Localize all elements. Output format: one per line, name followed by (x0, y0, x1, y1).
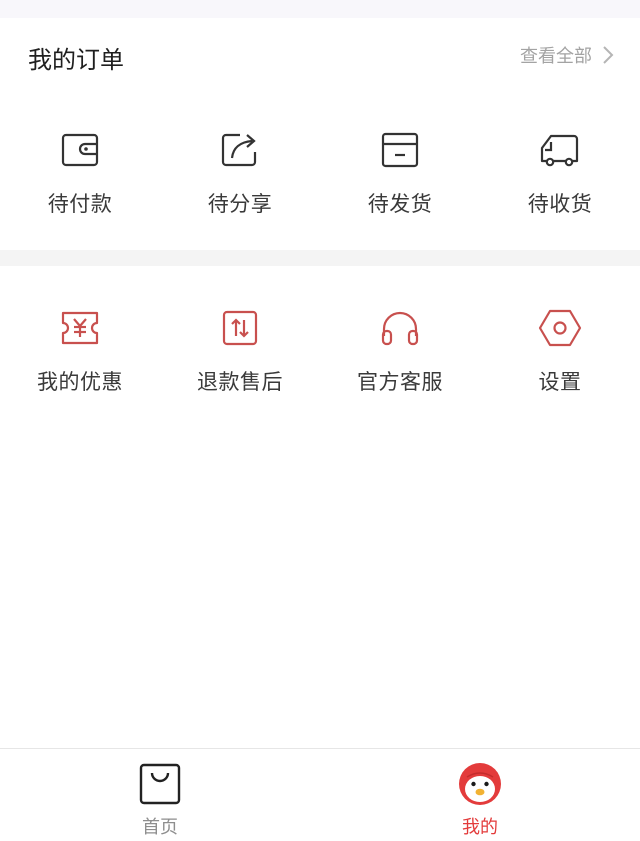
chevron-right-icon (603, 46, 614, 64)
orders-header: 我的订单 查看全部 (0, 18, 640, 94)
my-coupons[interactable]: 我的优惠 (0, 306, 160, 406)
penguin-avatar-icon (459, 763, 501, 805)
coupon-icon (61, 311, 99, 345)
tab-mine[interactable]: 我的 (400, 761, 560, 839)
bottom-tab-bar: 首页 我的 (0, 748, 640, 841)
box-icon (381, 132, 419, 168)
tab-home[interactable]: 首页 (80, 761, 240, 839)
service-row: 我的优惠 退款售后 官方客服 设置 (0, 306, 640, 406)
order-pending-share[interactable]: 待分享 (160, 128, 320, 228)
shopping-bag-icon (139, 763, 181, 805)
refund-after-sales-label: 退款售后 (197, 370, 283, 394)
order-pending-shipment-label: 待发货 (367, 192, 433, 216)
headphones-icon (381, 311, 419, 346)
order-status-row: 待付款 待分享 待发货 待收货 (0, 128, 640, 228)
settings[interactable]: 设置 (480, 306, 640, 406)
truck-icon (540, 134, 579, 167)
my-coupons-label: 我的优惠 (37, 370, 123, 394)
order-pending-shipment[interactable]: 待发货 (320, 128, 480, 228)
order-pending-payment[interactable]: 待付款 (0, 128, 160, 228)
refund-icon (222, 310, 258, 346)
share-icon (221, 133, 257, 167)
order-pending-share-label: 待分享 (207, 192, 273, 216)
customer-service-label: 官方客服 (357, 370, 443, 394)
orders-title: 我的订单 (28, 46, 124, 74)
status-strip (0, 0, 640, 18)
settings-label: 设置 (538, 370, 582, 394)
settings-icon (538, 309, 582, 347)
view-all-orders-link[interactable]: 查看全部 (520, 42, 614, 68)
customer-service[interactable]: 官方客服 (320, 306, 480, 406)
section-divider (0, 250, 640, 266)
order-pending-payment-label: 待付款 (47, 192, 113, 216)
tab-home-label: 首页 (142, 817, 178, 838)
order-pending-receipt[interactable]: 待收货 (480, 128, 640, 228)
wallet-icon (61, 133, 99, 167)
my-page: 我的订单 查看全部 待付款 待分享 待发货 待收货 我的优惠 退款售后 官方客服… (0, 0, 640, 841)
view-all-label: 查看全部 (520, 46, 592, 67)
refund-after-sales[interactable]: 退款售后 (160, 306, 320, 406)
order-pending-receipt-label: 待收货 (527, 192, 593, 216)
tab-mine-label: 我的 (462, 817, 498, 838)
